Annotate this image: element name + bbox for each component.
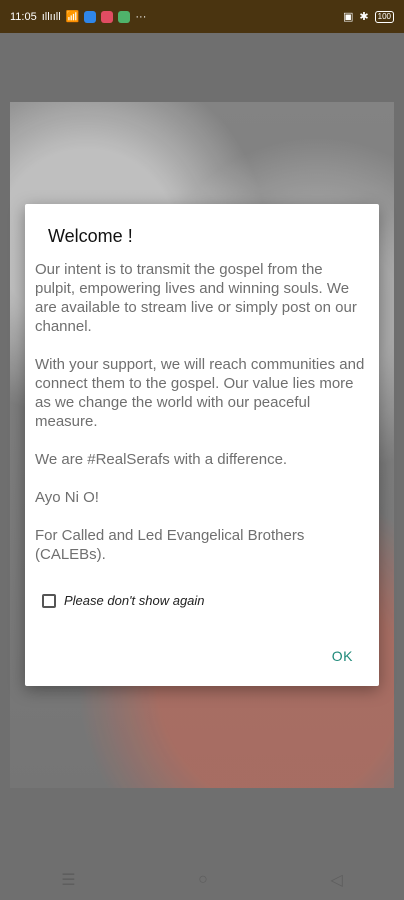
status-right: ▣ ✱ 100 bbox=[343, 10, 394, 23]
dialog-paragraph-1: Our intent is to transmit the gospel fro… bbox=[35, 261, 357, 335]
bluetooth-icon: ✱ bbox=[359, 11, 369, 23]
navigation-bar: ☰ ○ ◁ bbox=[0, 860, 404, 900]
dialog-body: Our intent is to transmit the gospel fro… bbox=[35, 260, 365, 583]
battery-indicator: 100 bbox=[374, 10, 394, 23]
app-icon-green bbox=[118, 10, 131, 23]
vibrate-icon: ▣ bbox=[343, 11, 354, 23]
ok-button[interactable]: OK bbox=[332, 648, 353, 664]
dont-show-again-row[interactable]: Please don't show again bbox=[42, 593, 205, 608]
dont-show-again-label: Please don't show again bbox=[64, 593, 205, 608]
dialog-paragraph-2: With your support, we will reach communi… bbox=[35, 356, 365, 430]
wifi-icon: 📶 bbox=[65, 11, 80, 23]
menu-icon[interactable]: ☰ bbox=[61, 870, 75, 890]
time-text: 11:05 bbox=[10, 10, 37, 23]
app-icon-red bbox=[101, 10, 114, 23]
dialog-paragraph-5: For Called and Led Evangelical Brothers … bbox=[35, 527, 305, 563]
more-icon: ··· bbox=[135, 10, 147, 23]
dialog-paragraph-3: We are #RealSerafs with a difference. bbox=[35, 451, 288, 468]
app-icon-blue bbox=[84, 10, 97, 23]
home-icon[interactable]: ○ bbox=[198, 871, 208, 889]
dialog-paragraph-4: Ayo Ni O! bbox=[35, 489, 99, 506]
welcome-dialog: Welcome ! Our intent is to transmit the … bbox=[25, 204, 379, 686]
signal-text: ıllııll bbox=[41, 10, 61, 23]
dont-show-again-checkbox[interactable] bbox=[42, 593, 56, 608]
status-left: 11:05 ıllııll 📶 ··· bbox=[10, 10, 146, 23]
status-bar: 11:05 ıllııll 📶 ··· ▣ ✱ 100 bbox=[0, 0, 404, 33]
dialog-title: Welcome ! bbox=[48, 226, 133, 246]
back-icon[interactable]: ◁ bbox=[330, 870, 342, 890]
